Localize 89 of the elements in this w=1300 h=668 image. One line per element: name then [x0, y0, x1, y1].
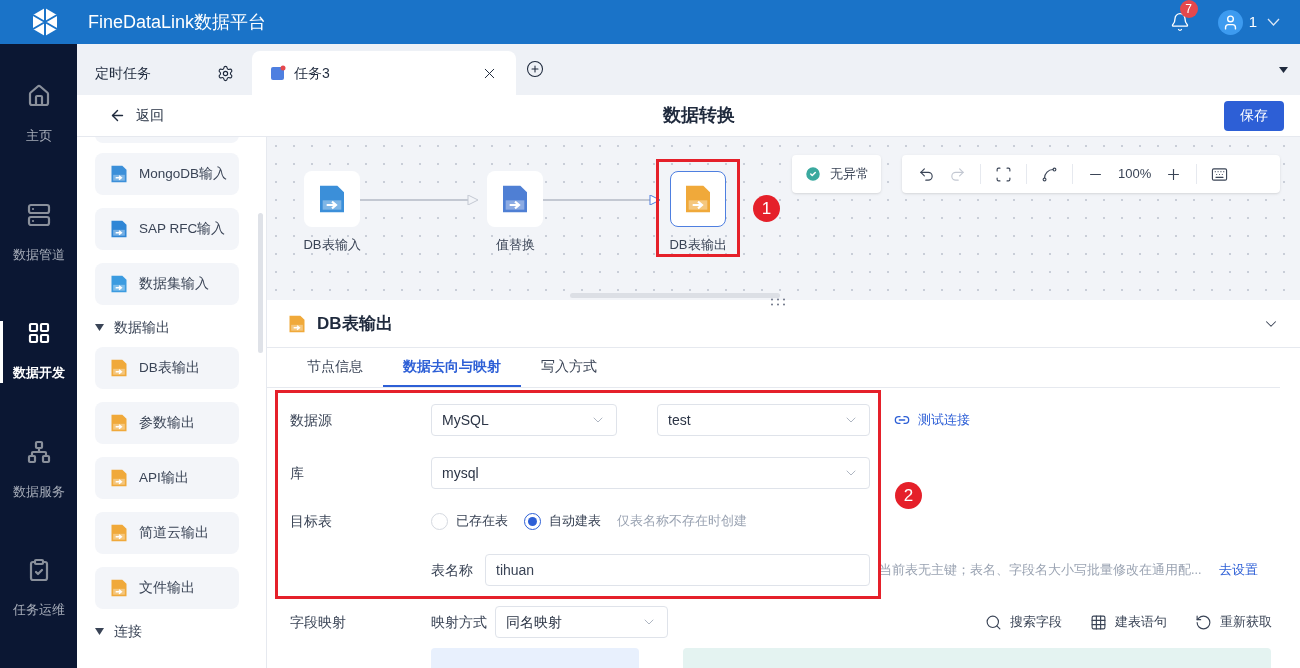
- caret-icon: [95, 627, 104, 635]
- home-icon: [26, 84, 51, 108]
- settings-icon[interactable]: [217, 64, 234, 82]
- back-button[interactable]: 返回: [109, 105, 164, 126]
- task-tab[interactable]: 定时任务: [77, 51, 252, 95]
- database-icon: [109, 219, 129, 239]
- node-label: DB表输入: [303, 236, 361, 254]
- fit-view-icon[interactable]: [995, 165, 1012, 183]
- field-label: 库: [290, 463, 305, 483]
- grid-icon: [26, 321, 51, 345]
- flow-node[interactable]: [304, 171, 360, 227]
- panel-tab[interactable]: 节点信息: [287, 348, 383, 387]
- node-label: 值替换: [495, 236, 535, 254]
- palette-item[interactable]: 数据集输入: [95, 263, 239, 305]
- avatar-icon: [1217, 9, 1243, 35]
- task-tab[interactable]: 任务3: [252, 51, 516, 95]
- save-button[interactable]: 保存: [1224, 100, 1284, 131]
- new-tab-icon[interactable]: [526, 60, 544, 78]
- export-icon: [109, 468, 129, 488]
- palette-section[interactable]: 数据输出: [95, 318, 266, 336]
- undo-icon[interactable]: [918, 165, 935, 183]
- user-menu[interactable]: 1: [1217, 9, 1280, 35]
- go-settings-link[interactable]: 去设置: [1219, 560, 1259, 580]
- validation-status: 无异常: [792, 155, 881, 193]
- chevron-down-icon: [1267, 18, 1280, 26]
- mapping-action[interactable]: 搜索字段: [985, 612, 1062, 632]
- nav-item[interactable]: 数据开发: [0, 321, 77, 383]
- field-label: 字段映射: [290, 612, 347, 632]
- hint-text: 仅表名称不存在时创建: [617, 512, 747, 531]
- radio-option[interactable]: 自动建表: [524, 511, 601, 531]
- nav-item[interactable]: 数据管道: [0, 202, 77, 264]
- keyboard-icon[interactable]: [1211, 165, 1229, 183]
- page-title: 数据转换: [663, 104, 735, 127]
- nav-item[interactable]: 数据服务: [0, 439, 77, 501]
- palette-item[interactable]: SAP RFC输入: [95, 208, 239, 250]
- search-icon: [985, 613, 1002, 631]
- scrollbar[interactable]: [570, 293, 780, 298]
- database-icon: [109, 274, 129, 294]
- caret-icon: [95, 323, 104, 331]
- database-icon: [109, 164, 129, 184]
- check-circle-icon: [804, 165, 822, 183]
- palette-section[interactable]: 连接: [95, 622, 266, 640]
- resize-handle-icon[interactable]: [770, 298, 786, 306]
- server-icon: [26, 202, 51, 227]
- export-icon: [109, 413, 129, 433]
- palette-item[interactable]: 参数输出: [95, 402, 239, 444]
- radio-option[interactable]: 已存在表: [431, 511, 508, 531]
- datasource-type-select[interactable]: MySQL: [431, 404, 617, 436]
- flow-node[interactable]: [670, 171, 726, 227]
- mapping-method-select[interactable]: 同名映射: [495, 606, 668, 638]
- palette-item[interactable]: MongoDB输入: [95, 153, 239, 195]
- notification-badge: 7: [1179, 0, 1198, 18]
- palette-item[interactable]: DB表输出: [95, 347, 239, 389]
- palette-item[interactable]: API输出: [95, 457, 239, 499]
- scrollbar[interactable]: [258, 213, 263, 353]
- panel-title: DB表输出: [317, 312, 394, 335]
- flow-node[interactable]: [487, 171, 543, 227]
- notice-text: 当前表无主键；表名、字段名大小写批量修改在通用配...: [879, 561, 1202, 579]
- nav-item[interactable]: 主页: [0, 84, 77, 146]
- connection-select[interactable]: test: [657, 404, 870, 436]
- annotation-marker: 1: [753, 195, 780, 222]
- annotation-marker: 2: [895, 482, 922, 509]
- palette-item[interactable]: 文件输出: [95, 567, 239, 609]
- grid-icon: [1090, 613, 1107, 631]
- field-label: 映射方式: [431, 612, 488, 632]
- table-name-input[interactable]: tihuan: [485, 554, 870, 586]
- field-label: 数据源: [290, 410, 333, 430]
- database-export-icon: [287, 313, 307, 334]
- refresh-icon: [1195, 613, 1212, 631]
- database-select[interactable]: mysql: [431, 457, 870, 489]
- connector-style-icon[interactable]: [1041, 165, 1058, 183]
- network-icon: [26, 439, 51, 464]
- field-label: 表名称: [431, 560, 474, 580]
- bell-icon[interactable]: [1169, 12, 1190, 32]
- nav-item[interactable]: 任务运维: [0, 558, 77, 620]
- palette-item[interactable]: 简道云输出: [95, 512, 239, 554]
- app-title: FineDataLink数据平台: [88, 10, 267, 34]
- mapping-action[interactable]: 建表语句: [1090, 612, 1167, 632]
- database-export-icon: [109, 358, 129, 378]
- mapping-action[interactable]: 重新获取: [1195, 612, 1272, 632]
- test-connection-link[interactable]: 测试连接: [894, 410, 970, 430]
- panel-tab[interactable]: 写入方式: [521, 348, 617, 387]
- node-label: DB表输出: [669, 236, 727, 254]
- zoom-level: 100%: [1118, 165, 1152, 184]
- file-export-icon: [109, 578, 129, 598]
- dropdown-icon[interactable]: [1279, 67, 1288, 73]
- cloud-export-icon: [109, 523, 129, 543]
- field-label: 目标表: [290, 511, 333, 531]
- panel-tab[interactable]: 数据去向与映射: [383, 348, 521, 387]
